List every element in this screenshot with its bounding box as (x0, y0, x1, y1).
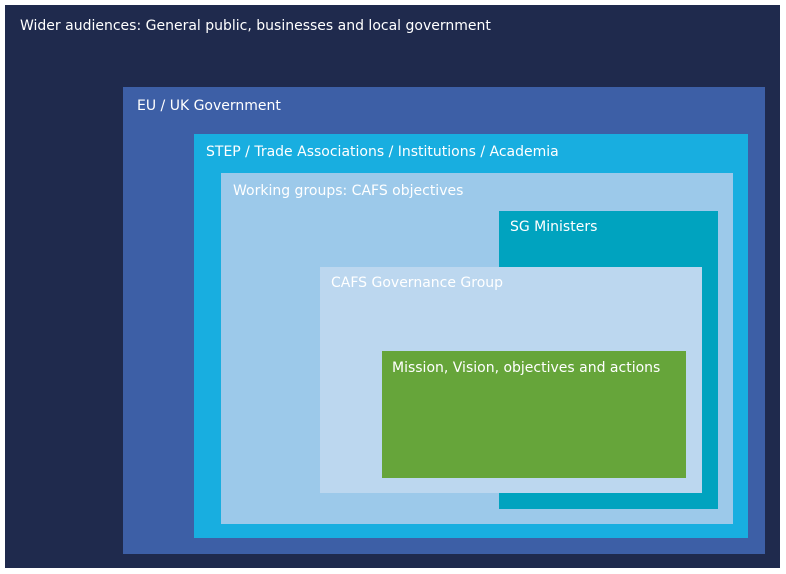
layer-mission-vision: Mission, Vision, objectives and actions (382, 351, 686, 478)
layer-wider-audiences-label: Wider audiences: General public, busines… (20, 18, 491, 34)
layer-cafs-governance-group-label: CAFS Governance Group (331, 275, 504, 291)
layer-sg-ministers-label: SG Ministers (510, 219, 598, 235)
layer-step-associations-label: STEP / Trade Associations / Institutions… (206, 144, 559, 160)
layer-mission-vision-label: Mission, Vision, objectives and actions (392, 360, 661, 376)
layer-eu-uk-government-label: EU / UK Government (137, 98, 281, 114)
layer-working-groups-label: Working groups: CAFS objectives (233, 183, 464, 199)
